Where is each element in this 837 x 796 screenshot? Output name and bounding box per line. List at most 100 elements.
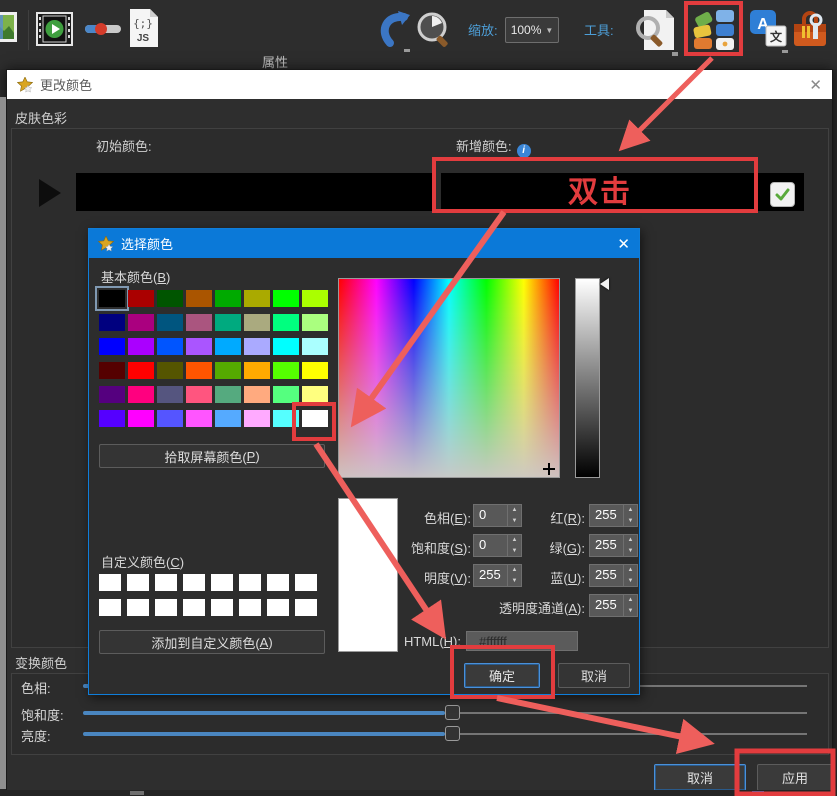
basic-color-swatch[interactable] <box>244 362 270 379</box>
basic-color-swatch[interactable] <box>273 386 299 403</box>
doc-search-icon[interactable] <box>634 6 678 58</box>
custom-color-swatch[interactable] <box>267 574 289 591</box>
basic-color-swatch[interactable] <box>302 362 328 379</box>
basic-color-swatch[interactable] <box>186 410 212 427</box>
alpha-spinner[interactable]: 255▲▼ <box>589 594 638 617</box>
ok-button[interactable]: 确定 <box>464 663 540 688</box>
basic-color-swatch[interactable] <box>302 338 328 355</box>
pick-screen-color-button[interactable]: 拾取屏幕颜色(P) <box>99 444 325 468</box>
basic-color-swatch[interactable] <box>244 338 270 355</box>
basic-color-swatch[interactable] <box>128 362 154 379</box>
slider-track-empty[interactable] <box>458 733 807 735</box>
green-spinner[interactable]: 255▲▼ <box>589 534 638 557</box>
basic-color-swatch[interactable] <box>302 314 328 331</box>
custom-color-swatch[interactable] <box>239 574 261 591</box>
basic-color-swatch[interactable] <box>99 314 125 331</box>
basic-color-swatch[interactable] <box>302 410 328 427</box>
js-file-icon[interactable]: {;} JS <box>128 7 160 49</box>
basic-color-swatch[interactable] <box>244 314 270 331</box>
custom-color-swatch[interactable] <box>99 599 121 616</box>
basic-color-swatch[interactable] <box>273 338 299 355</box>
value-slider[interactable] <box>575 278 600 478</box>
basic-color-swatch[interactable] <box>244 290 270 307</box>
basic-color-swatch[interactable] <box>273 290 299 307</box>
toolbox-icon[interactable] <box>792 10 828 52</box>
basic-color-swatch[interactable] <box>99 386 125 403</box>
custom-color-swatch[interactable] <box>267 599 289 616</box>
basic-color-swatch[interactable] <box>128 386 154 403</box>
slider-track-empty[interactable] <box>458 712 807 714</box>
basic-color-swatch[interactable] <box>186 362 212 379</box>
basic-color-swatch[interactable] <box>273 410 299 427</box>
basic-color-swatch[interactable] <box>244 410 270 427</box>
picker-cancel-button[interactable]: 取消 <box>558 663 630 688</box>
apply-button[interactable]: 应用 <box>757 764 833 791</box>
custom-color-swatch[interactable] <box>211 599 233 616</box>
new-color-swatch[interactable] <box>441 173 804 211</box>
close-icon[interactable]: ✕ <box>809 76 822 94</box>
basic-color-swatch[interactable] <box>99 290 125 307</box>
add-custom-color-button[interactable]: 添加到自定义颜色(A) <box>99 630 325 654</box>
custom-color-swatch[interactable] <box>183 599 205 616</box>
basic-color-swatch[interactable] <box>128 338 154 355</box>
basic-color-swatch[interactable] <box>157 314 183 331</box>
basic-color-swatch[interactable] <box>302 386 328 403</box>
color-palette-icon[interactable] <box>692 8 738 52</box>
basic-color-swatch[interactable] <box>157 410 183 427</box>
hue-spinner[interactable]: 0▲▼ <box>473 504 522 527</box>
undo-icon[interactable] <box>374 9 412 53</box>
cancel-button[interactable]: 取消 <box>654 764 746 791</box>
basic-color-swatch[interactable] <box>128 290 154 307</box>
basic-color-swatch[interactable] <box>244 386 270 403</box>
basic-color-swatch[interactable] <box>273 362 299 379</box>
custom-color-swatch[interactable] <box>295 599 317 616</box>
basic-color-swatch[interactable] <box>302 290 328 307</box>
custom-color-swatch[interactable] <box>295 574 317 591</box>
basic-color-swatch[interactable] <box>186 314 212 331</box>
basic-color-swatch[interactable] <box>215 338 241 355</box>
select-color-titlebar[interactable]: 选择颜色 ✕ <box>89 229 639 258</box>
initial-color-swatch[interactable] <box>76 173 434 211</box>
basic-color-swatch[interactable] <box>128 410 154 427</box>
row-expand-triangle[interactable] <box>39 179 61 207</box>
basic-color-swatch[interactable] <box>273 314 299 331</box>
basic-color-swatch[interactable] <box>99 338 125 355</box>
basic-color-swatch[interactable] <box>215 410 241 427</box>
custom-color-swatch[interactable] <box>239 599 261 616</box>
zoom-level-select[interactable]: 100%▼ <box>505 17 559 43</box>
basic-color-swatch[interactable] <box>186 386 212 403</box>
slider-track-filled[interactable] <box>83 711 445 715</box>
row-enabled-checkbox[interactable] <box>770 182 795 207</box>
basic-color-swatch[interactable] <box>186 338 212 355</box>
image-icon[interactable] <box>0 8 18 46</box>
basic-color-swatch[interactable] <box>215 362 241 379</box>
custom-color-swatch[interactable] <box>155 574 177 591</box>
basic-color-swatch[interactable] <box>99 362 125 379</box>
basic-color-swatch[interactable] <box>215 290 241 307</box>
saturation-spinner[interactable]: 0▲▼ <box>473 534 522 557</box>
custom-color-swatch[interactable] <box>183 574 205 591</box>
slider-icon[interactable] <box>84 22 122 36</box>
custom-color-swatch[interactable] <box>211 574 233 591</box>
value-slider-arrow[interactable] <box>600 278 609 290</box>
basic-color-swatch[interactable] <box>215 386 241 403</box>
zoom-tool-icon[interactable] <box>416 11 452 51</box>
basic-color-swatch[interactable] <box>99 410 125 427</box>
blue-spinner[interactable]: 255▲▼ <box>589 564 638 587</box>
slider-handle[interactable] <box>445 726 460 741</box>
custom-color-swatch[interactable] <box>99 574 121 591</box>
value-spinner[interactable]: 255▲▼ <box>473 564 522 587</box>
translate-icon[interactable]: A 文 <box>748 8 788 54</box>
html-color-input[interactable] <box>466 631 578 651</box>
basic-color-swatch[interactable] <box>157 362 183 379</box>
basic-color-swatch[interactable] <box>186 290 212 307</box>
video-icon[interactable] <box>36 10 73 48</box>
custom-color-swatch[interactable] <box>127 599 149 616</box>
basic-color-swatch[interactable] <box>157 338 183 355</box>
custom-color-swatch[interactable] <box>155 599 177 616</box>
slider-handle[interactable] <box>445 705 460 720</box>
basic-color-swatch[interactable] <box>157 290 183 307</box>
slider-track-filled[interactable] <box>83 732 445 736</box>
hue-saturation-picker[interactable] <box>338 278 560 478</box>
custom-color-swatch[interactable] <box>127 574 149 591</box>
